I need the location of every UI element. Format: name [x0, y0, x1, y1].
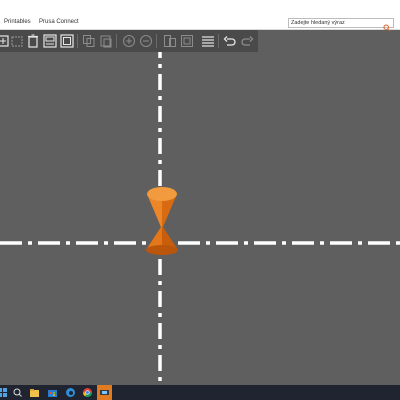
layers-editing-icon[interactable]: [201, 34, 215, 48]
toolbar-separator: [156, 34, 157, 48]
search-icon[interactable]: [383, 19, 391, 32]
edge-icon[interactable]: [65, 387, 76, 398]
hourglass-object[interactable]: [146, 187, 178, 255]
add-instance-icon[interactable]: [122, 34, 136, 48]
menu-item-printables[interactable]: Printables: [4, 19, 31, 25]
toolbar-separator: [218, 34, 219, 48]
split-parts-icon[interactable]: [180, 34, 194, 48]
prusaslicer-taskbar-icon[interactable]: [97, 385, 112, 400]
copy-icon[interactable]: [82, 34, 96, 48]
scene-canvas[interactable]: [0, 52, 400, 385]
search-taskbar-icon[interactable]: [12, 387, 23, 398]
arrange-selection-icon[interactable]: [60, 34, 74, 48]
add-icon[interactable]: [0, 34, 10, 48]
chrome-icon[interactable]: [82, 387, 93, 398]
store-icon[interactable]: [47, 387, 58, 398]
menubar: Printables Prusa Connect: [0, 0, 400, 32]
split-objects-icon[interactable]: [163, 34, 177, 48]
menu-item-prusa-connect[interactable]: Prusa Connect: [39, 19, 79, 25]
search-input[interactable]: [291, 19, 381, 27]
toolbar-separator: [116, 34, 117, 48]
undo-icon[interactable]: [223, 34, 237, 48]
arrange-icon[interactable]: [43, 34, 57, 48]
delete-all-icon[interactable]: [26, 34, 40, 48]
toolbar-separator: [77, 34, 78, 48]
remove-instance-icon[interactable]: [139, 34, 153, 48]
redo-icon[interactable]: [240, 34, 254, 48]
file-explorer-icon[interactable]: [29, 387, 40, 398]
paste-icon[interactable]: [99, 34, 113, 48]
start-icon[interactable]: [0, 387, 8, 398]
plater-toolbar: [0, 30, 258, 52]
search-box[interactable]: [288, 18, 394, 32]
3d-scene[interactable]: [0, 52, 400, 385]
delete-icon[interactable]: [10, 34, 24, 48]
taskbar: [0, 385, 400, 400]
